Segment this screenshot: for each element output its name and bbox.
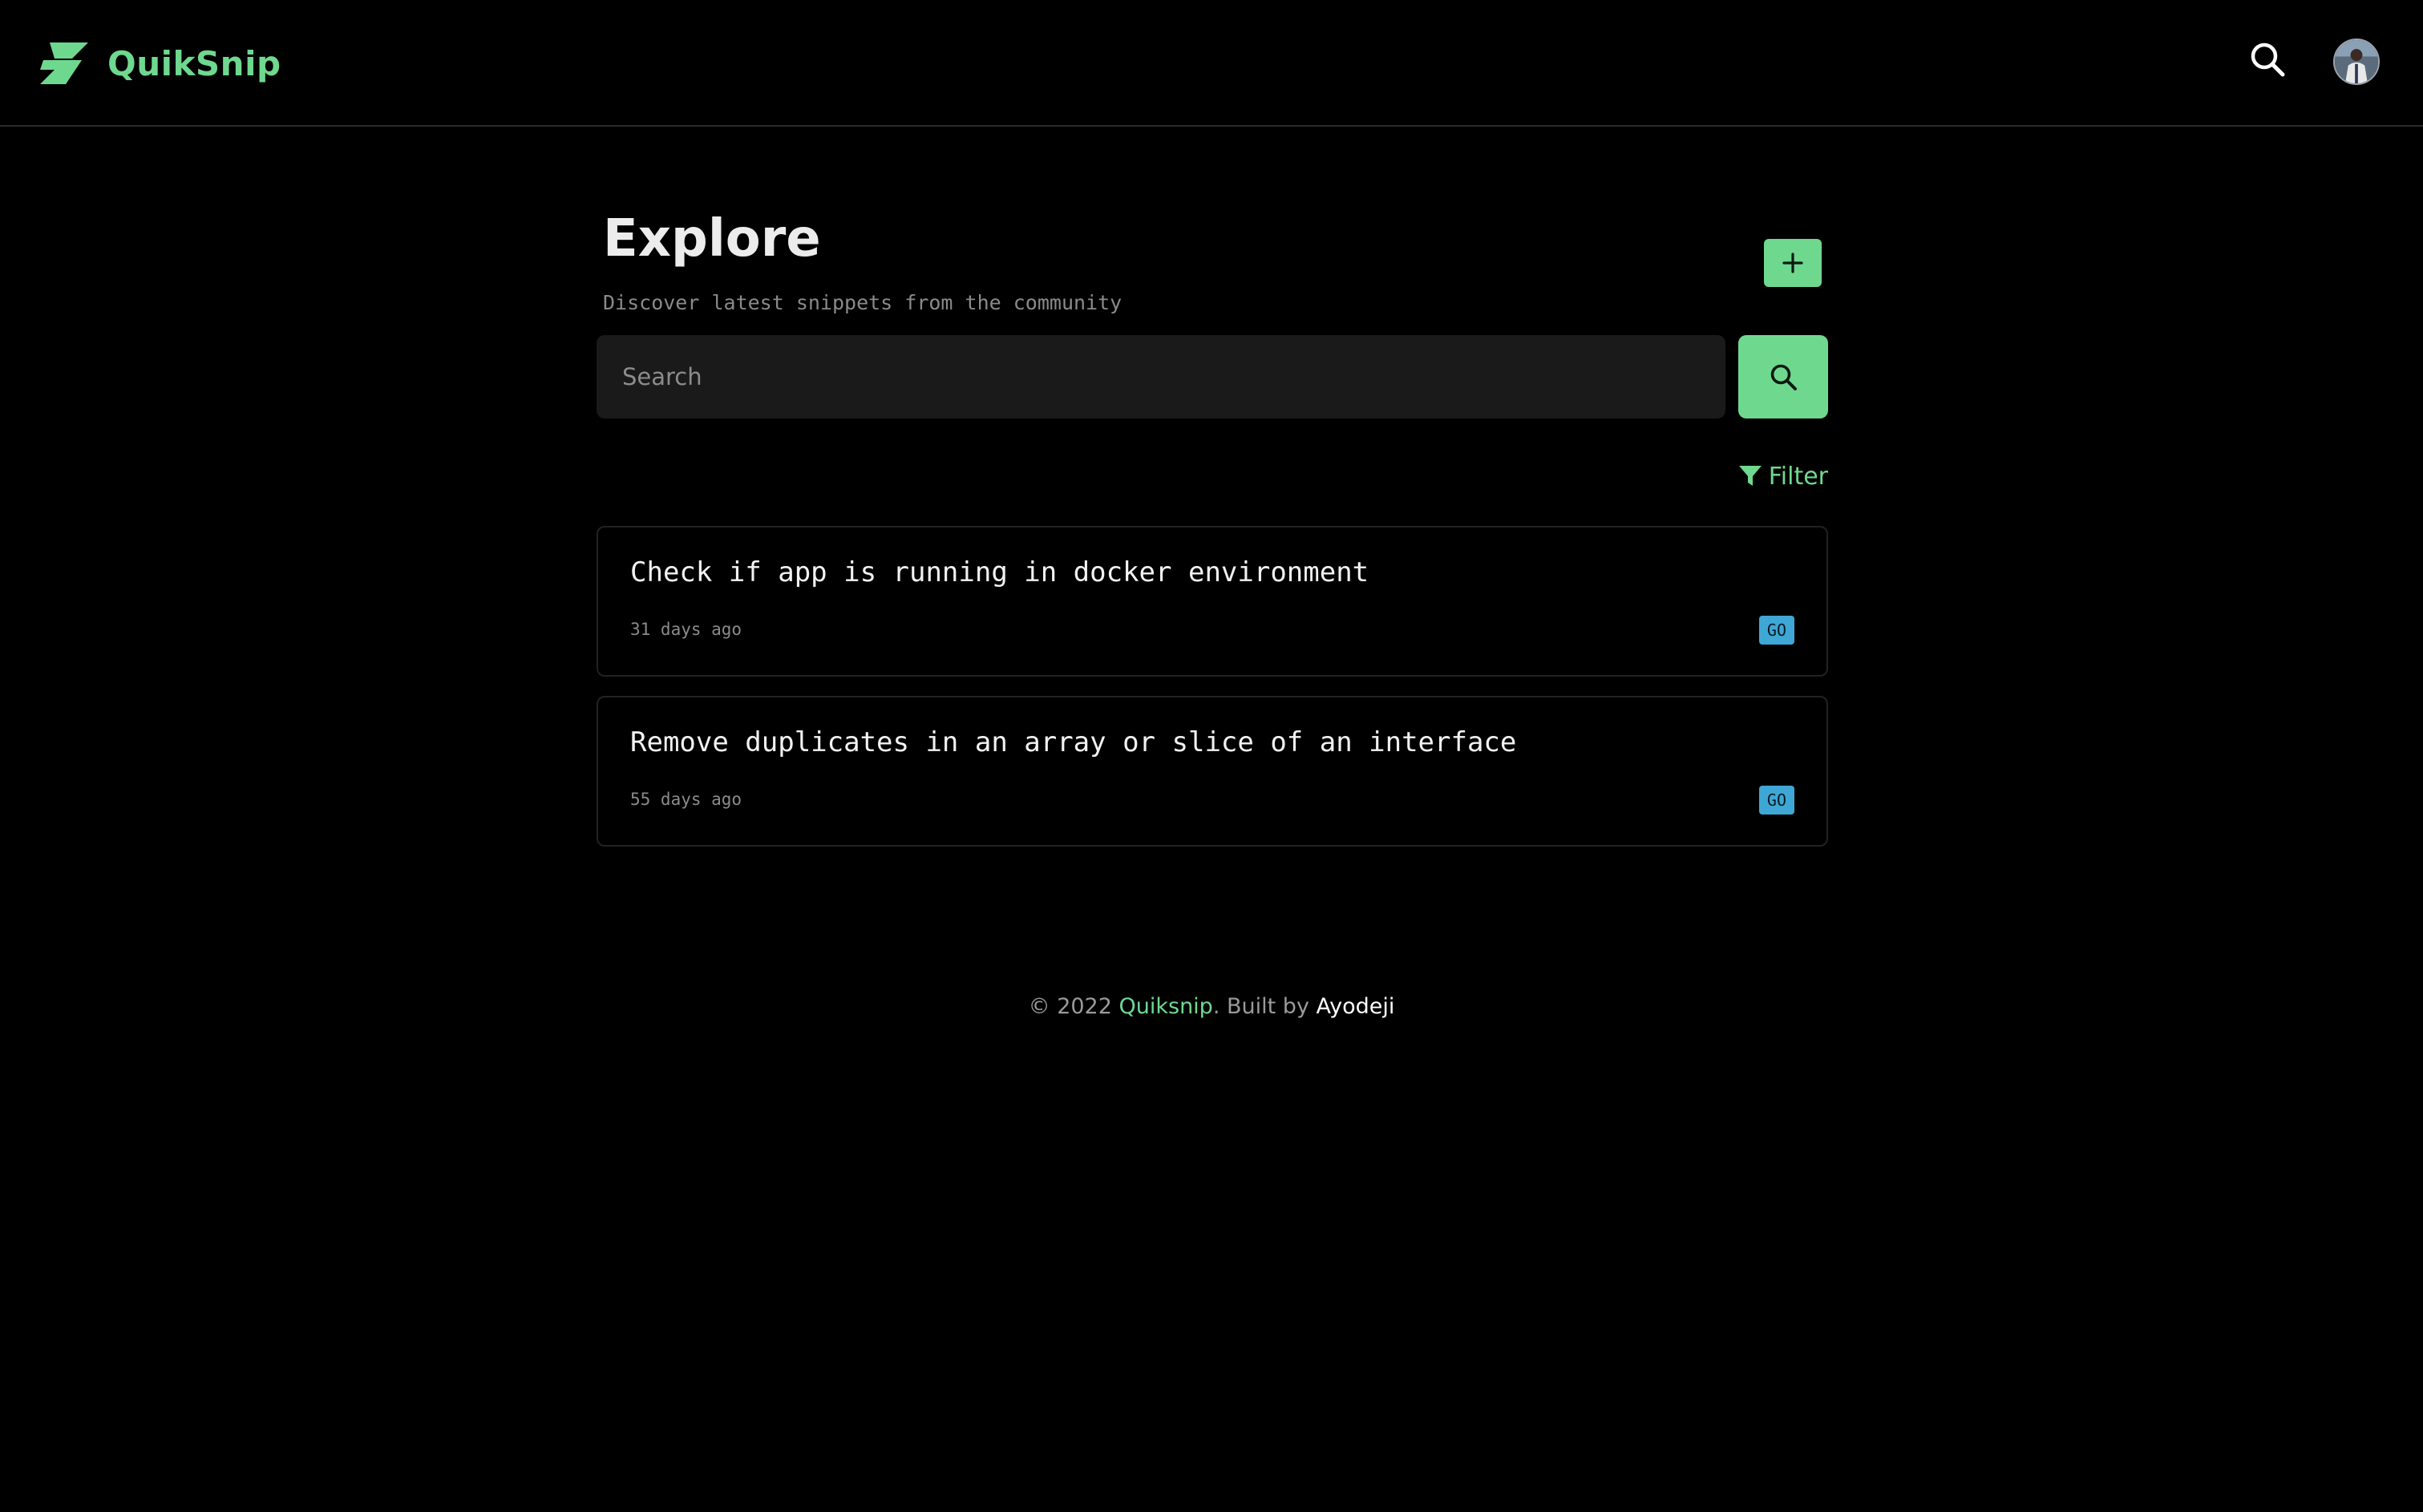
add-snippet-button[interactable]	[1764, 239, 1822, 287]
search-submit-button[interactable]	[1738, 335, 1828, 418]
header-search-button[interactable]	[2248, 37, 2287, 82]
snippet-list: Check if app is running in docker enviro…	[597, 526, 1828, 866]
plus-icon	[1782, 253, 1803, 273]
search-icon	[1769, 362, 1798, 391]
footer-brand-link[interactable]: Quiksnip	[1119, 994, 1213, 1019]
brand-name: QuikSnip	[107, 43, 281, 83]
filter-button[interactable]: Filter	[1738, 460, 1828, 492]
page-footer: © 2022 Quiksnip. Built by Ayodeji	[0, 991, 2423, 1023]
user-avatar[interactable]	[2333, 38, 2380, 85]
page-title: Explore	[603, 209, 821, 269]
author-link[interactable]: Ayodeji	[1317, 994, 1395, 1019]
snippet-card[interactable]: Remove duplicates in an array or slice o…	[597, 696, 1828, 847]
snippet-timestamp: 55 days ago	[630, 790, 742, 809]
filter-label: Filter	[1768, 462, 1828, 491]
copyright-text: © 2022	[1028, 994, 1119, 1019]
snippet-title[interactable]: Remove duplicates in an array or slice o…	[630, 722, 1516, 763]
snippet-timestamp: 31 days ago	[630, 620, 742, 639]
page-subtitle: Discover latest snippets from the commun…	[603, 291, 1123, 314]
brand-logo-link[interactable]: QuikSnip	[40, 38, 281, 88]
lightning-bolt-icon	[40, 42, 88, 84]
top-navbar: QuikSnip	[0, 0, 2423, 127]
funnel-icon	[1738, 465, 1769, 487]
snippet-title[interactable]: Check if app is running in docker enviro…	[630, 552, 1369, 593]
language-badge: GO	[1758, 616, 1794, 645]
snippet-card[interactable]: Check if app is running in docker enviro…	[597, 526, 1828, 677]
search-input[interactable]	[597, 335, 1725, 418]
search-icon	[2249, 41, 2286, 78]
language-badge: GO	[1758, 786, 1794, 815]
built-by-text: . Built by	[1212, 994, 1317, 1019]
